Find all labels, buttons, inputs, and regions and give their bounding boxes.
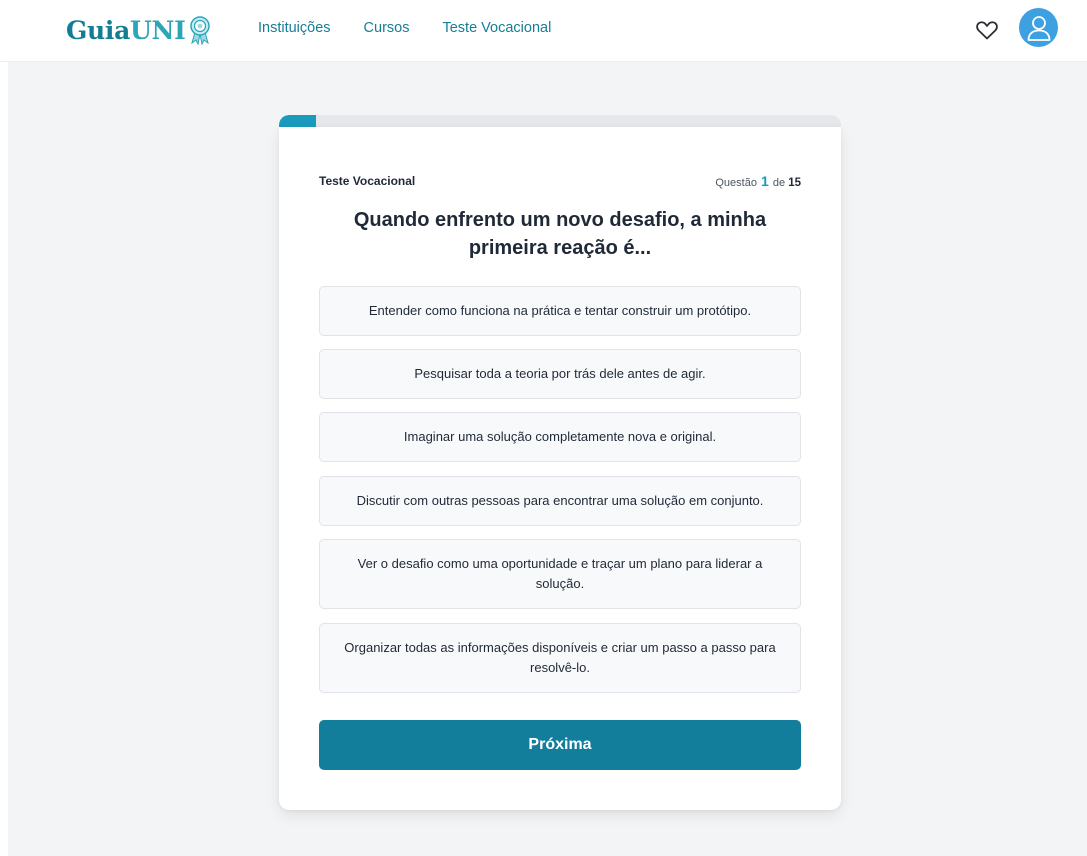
quiz-card: Teste Vocacional Questão 1 de 15 Quando …: [279, 127, 841, 810]
logo-text: GuiaUNI: [66, 15, 186, 45]
user-icon: [1027, 15, 1050, 41]
answer-option-1[interactable]: Entender como funciona na prática e tent…: [319, 286, 801, 336]
top-navbar: GuiaUNI Instituições Cursos Teste Vocaci…: [0, 0, 1087, 62]
quiz-label: Teste Vocacional: [319, 174, 416, 188]
user-avatar[interactable]: [1019, 8, 1058, 47]
answer-option-4[interactable]: Discutir com outras pessoas para encontr…: [319, 476, 801, 526]
question-counter: Questão 1 de 15: [715, 173, 801, 189]
question-title: Quando enfrento um novo desafio, a minha…: [353, 209, 767, 259]
nav-link-instituicoes[interactable]: Instituições: [258, 19, 331, 37]
counter-prefix: Questão: [715, 177, 757, 189]
answer-option-5[interactable]: Ver o desafio como uma oportunidade e tr…: [319, 539, 801, 609]
nav-link-teste-vocacional[interactable]: Teste Vocacional: [442, 19, 551, 37]
answer-option-6[interactable]: Organizar todas as informações disponíve…: [319, 623, 801, 693]
nav-link-cursos[interactable]: Cursos: [364, 19, 410, 37]
counter-current: 1: [761, 173, 769, 189]
guiauni-logo[interactable]: GuiaUNI: [66, 12, 212, 48]
heart-icon[interactable]: [975, 18, 999, 42]
counter-total: 15: [788, 177, 801, 189]
answer-option-2[interactable]: Pesquisar toda a teoria por trás dele an…: [319, 349, 801, 399]
counter-separator: de: [772, 177, 786, 189]
ribbon-badge-icon: [188, 15, 212, 46]
answer-option-3[interactable]: Imaginar uma solução completamente nova …: [319, 412, 801, 462]
next-button[interactable]: Próxima: [319, 720, 801, 770]
main-nav: Instituições Cursos Teste Vocacional: [258, 19, 584, 37]
